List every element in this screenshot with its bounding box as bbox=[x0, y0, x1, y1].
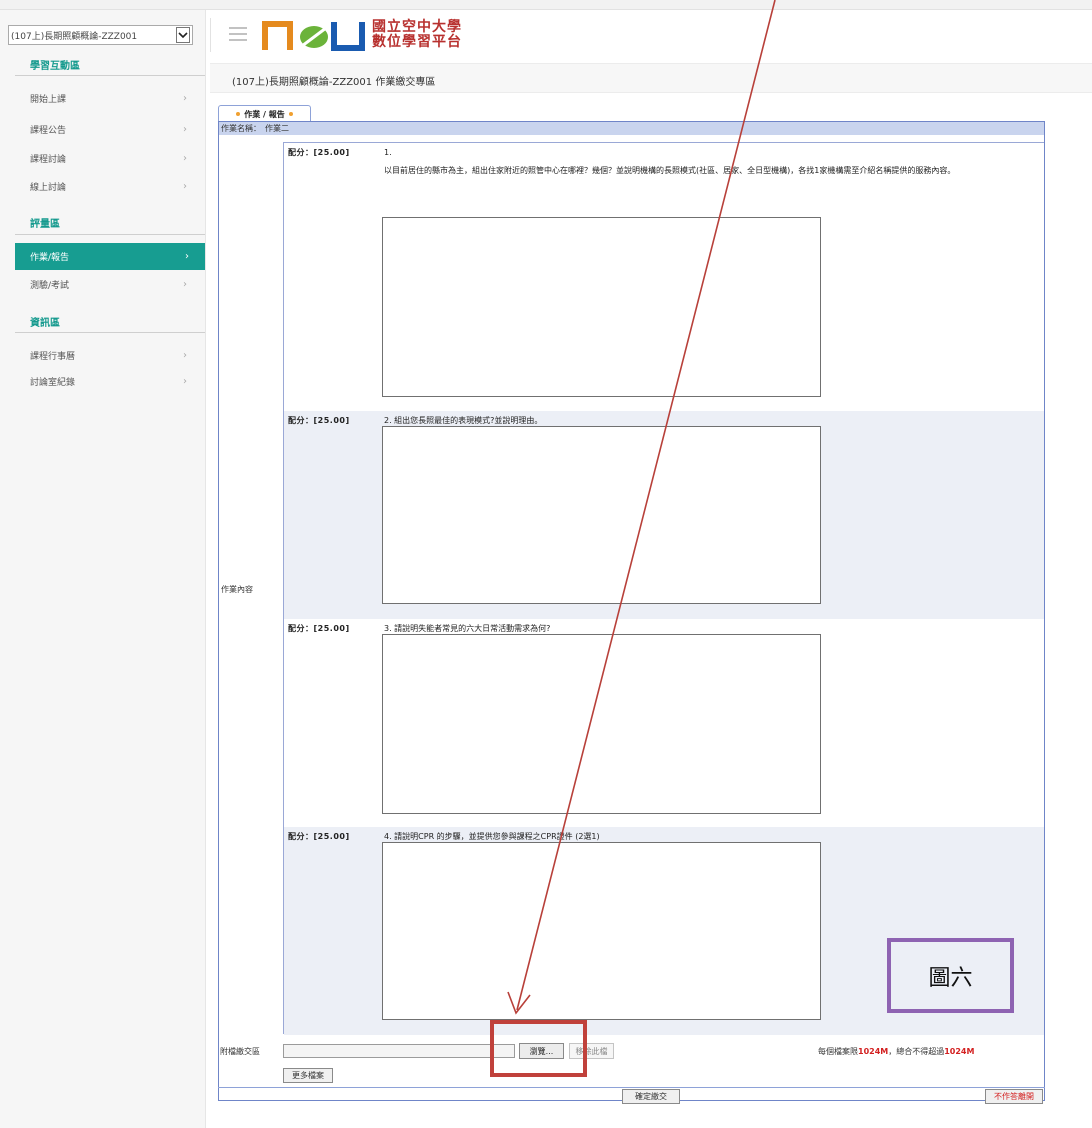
limit-middle: ，總合不得超過 bbox=[888, 1047, 945, 1056]
homework-content-label: 作業內容 bbox=[221, 585, 253, 594]
browse-highlight-box bbox=[490, 1020, 587, 1077]
file-path-input[interactable] bbox=[283, 1044, 515, 1058]
figure-label: 圖六 bbox=[887, 938, 1014, 1013]
section-title-assessment: 評量區 bbox=[30, 219, 60, 230]
tab-label: 作業 / 報告 bbox=[244, 109, 285, 119]
answer-textarea-1[interactable] bbox=[382, 217, 821, 397]
sidebar-item-calendar[interactable]: 課程行事曆 › bbox=[0, 343, 205, 367]
course-select[interactable]: (107上)長期照顧概論-ZZZ001 bbox=[8, 25, 193, 45]
sidebar-item-label: 課程公告 bbox=[30, 125, 67, 136]
sidebar-item-label: 線上討論 bbox=[30, 182, 67, 193]
answer-textarea-2[interactable] bbox=[382, 426, 821, 604]
answer-textarea-3[interactable] bbox=[382, 634, 821, 814]
answer-textarea-4[interactable] bbox=[382, 842, 821, 1020]
figure-label-text: 圖六 bbox=[928, 965, 973, 991]
divider bbox=[15, 75, 205, 76]
sidebar: (107上)長期照顧概論-ZZZ001 學習互動區 開始上課 › 課程公告 › 課程… bbox=[0, 10, 206, 1128]
sidebar-item-start-class[interactable]: 開始上課 › bbox=[0, 86, 205, 110]
question-score: 配分：[25.00] bbox=[288, 148, 350, 157]
logo-line-2: 數位學習平台 bbox=[372, 34, 462, 50]
logo-text: 國立空中大學 數位學習平台 bbox=[372, 20, 462, 50]
bullet-icon bbox=[288, 112, 293, 116]
sidebar-item-online-discussion[interactable]: 線上討論 › bbox=[0, 174, 205, 198]
sidebar-item-label: 測驗/考試 bbox=[30, 280, 70, 291]
top-strip bbox=[0, 0, 1092, 10]
page-title: (107上)長期照顧概論-ZZZ001 作業繳交專區 bbox=[232, 77, 436, 88]
divider bbox=[15, 234, 205, 235]
chevron-right-icon: › bbox=[183, 375, 187, 387]
sidebar-item-discussion[interactable]: 課程討論 › bbox=[0, 146, 205, 170]
attachment-label: 附檔繳交區 bbox=[220, 1047, 260, 1056]
chevron-right-icon: › bbox=[183, 349, 187, 361]
more-files-button[interactable]: 更多檔案 bbox=[283, 1068, 333, 1083]
sidebar-item-chat-records[interactable]: 討論室紀錄 › bbox=[0, 369, 205, 393]
sidebar-item-announcements[interactable]: 課程公告 › bbox=[0, 117, 205, 141]
homework-name-label: 作業名稱： bbox=[221, 124, 261, 133]
nou-logo-mark bbox=[262, 21, 365, 51]
divider bbox=[15, 332, 205, 333]
course-select-value: (107上)長期照顧概論-ZZZ001 bbox=[11, 31, 138, 42]
sidebar-item-label: 作業/報告 bbox=[30, 253, 70, 263]
section-title-info: 資訊區 bbox=[30, 318, 60, 329]
homework-name-row: 作業名稱： 作業二 bbox=[219, 122, 1044, 135]
chevron-right-icon: › bbox=[183, 123, 187, 135]
homework-name-value: 作業二 bbox=[265, 124, 289, 133]
bullet-icon bbox=[236, 112, 241, 116]
sidebar-item-label: 開始上課 bbox=[30, 94, 67, 105]
divider bbox=[218, 1087, 1045, 1088]
question-block: 配分：[25.00] 3. 請說明失能者常見的六大日常活動需求為何? bbox=[284, 619, 1044, 827]
sidebar-item-label: 課程討論 bbox=[30, 154, 67, 165]
question-block: 配分：[25.00] 1. 以目前居住的縣市為主，組出住家附近的照管中心在哪裡？… bbox=[284, 143, 1044, 411]
question-panel: 配分：[25.00] 1. 以目前居住的縣市為主，組出住家附近的照管中心在哪裡？… bbox=[283, 142, 1044, 1035]
tab-homework[interactable]: 作業 / 報告 bbox=[218, 105, 311, 122]
file-size-limit: 每個檔案限1024M，總合不得超過1024M bbox=[818, 1046, 974, 1057]
menu-icon[interactable] bbox=[229, 27, 247, 41]
header-divider bbox=[210, 18, 211, 52]
sidebar-item-homework[interactable]: 作業/報告 › bbox=[15, 243, 205, 270]
sidebar-item-exam[interactable]: 測驗/考試 › bbox=[0, 272, 205, 296]
chevron-right-icon: › bbox=[183, 180, 187, 192]
limit-size: 1024M bbox=[858, 1047, 889, 1056]
chevron-down-icon[interactable] bbox=[176, 27, 190, 43]
chevron-right-icon: › bbox=[185, 251, 189, 262]
cancel-button[interactable]: 不作答離開 bbox=[985, 1089, 1043, 1104]
sidebar-item-label: 課程行事曆 bbox=[30, 351, 76, 362]
submit-button[interactable]: 確定繳交 bbox=[622, 1089, 680, 1104]
chevron-right-icon: › bbox=[183, 152, 187, 164]
question-score: 配分：[25.00] bbox=[288, 832, 350, 841]
page-title-bar: (107上)長期照顧概論-ZZZ001 作業繳交專區 bbox=[210, 63, 1092, 93]
question-score: 配分：[25.00] bbox=[288, 624, 350, 633]
logo-line-1: 國立空中大學 bbox=[372, 19, 462, 35]
section-title-learning: 學習互動區 bbox=[30, 61, 80, 72]
limit-prefix: 每個檔案限 bbox=[818, 1047, 858, 1056]
question-block: 配分：[25.00] 2. 組出您長照最佳的表現模式?並說明理由。 bbox=[284, 411, 1044, 619]
question-text: 1. 以目前居住的縣市為主，組出住家附近的照管中心在哪裡？幾個？並說明機構的長照… bbox=[384, 148, 956, 175]
question-score: 配分：[25.00] bbox=[288, 416, 350, 425]
chevron-right-icon: › bbox=[183, 278, 187, 290]
nou-logo: 國立空中大學 數位學習平台 bbox=[262, 20, 512, 52]
sidebar-item-label: 討論室紀錄 bbox=[30, 377, 76, 388]
limit-total: 1024M bbox=[944, 1047, 975, 1056]
chevron-right-icon: › bbox=[183, 92, 187, 104]
